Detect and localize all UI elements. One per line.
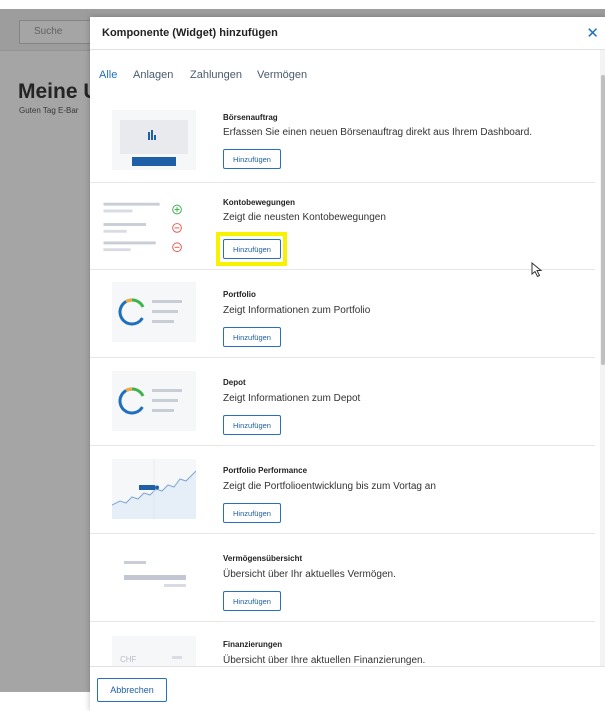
widget-name: Finanzierungen bbox=[223, 640, 283, 649]
widget-item-depot: Depot Zeigt Informationen zum Depot Hinz… bbox=[90, 358, 595, 446]
assets-overview-thumbnail-icon bbox=[112, 547, 196, 607]
cancel-button[interactable]: Abbrechen bbox=[97, 678, 167, 702]
widget-item-boersenauftrag: Börsenauftrag Erfassen Sie einen neuen B… bbox=[90, 96, 595, 183]
add-widget-button-portfolio[interactable]: Hinzufügen bbox=[223, 327, 281, 347]
category-tabs: Alle Anlagen Zahlungen Vermögen bbox=[90, 65, 595, 95]
account-movements-thumbnail-icon bbox=[101, 195, 195, 255]
add-widget-dialog: Komponente (Widget) hinzufügen ✕ Alle An… bbox=[90, 17, 605, 711]
tab-vermoegen[interactable]: Vermögen bbox=[257, 69, 307, 81]
widget-item-finanzierungen: CHF Finanzierungen Übersicht über Ihre a… bbox=[90, 622, 595, 666]
tab-anlagen[interactable]: Anlagen bbox=[133, 69, 173, 81]
close-icon[interactable]: ✕ bbox=[586, 24, 599, 42]
widget-item-vermoegensuebersicht: Vermögensübersicht Übersicht über Ihr ak… bbox=[90, 534, 595, 622]
widget-description: Zeigt Informationen zum Portfolio bbox=[223, 305, 371, 316]
widget-description: Zeigt Informationen zum Depot bbox=[223, 393, 361, 404]
dialog-scrollbar-thumb[interactable] bbox=[601, 75, 605, 365]
widget-item-portfolio: Portfolio Zeigt Informationen zum Portfo… bbox=[90, 270, 595, 358]
dialog-footer: Abbrechen bbox=[90, 666, 605, 711]
donut-chart-thumbnail-icon bbox=[112, 282, 196, 342]
add-widget-button-boersenauftrag[interactable]: Hinzufügen bbox=[223, 149, 281, 169]
widget-name: Kontobewegungen bbox=[223, 198, 295, 207]
widget-name: Depot bbox=[223, 378, 246, 387]
financing-thumb-label: CHF bbox=[120, 655, 137, 664]
widget-description: Übersicht über Ihre aktuellen Finanzieru… bbox=[223, 655, 426, 666]
performance-chart-thumbnail-icon bbox=[112, 459, 196, 519]
widget-item-portfolio-performance: Portfolio Performance Zeigt die Portfoli… bbox=[90, 446, 595, 534]
mouse-pointer-icon bbox=[531, 262, 543, 278]
widget-description: Übersicht über Ihr aktuelles Vermögen. bbox=[223, 569, 396, 580]
dialog-header: Komponente (Widget) hinzufügen ✕ bbox=[90, 17, 605, 50]
widget-list: Börsenauftrag Erfassen Sie einen neuen B… bbox=[90, 96, 595, 666]
tab-zahlungen[interactable]: Zahlungen bbox=[190, 69, 242, 81]
widget-description: Zeigt die Portfolioentwicklung bis zum V… bbox=[223, 481, 436, 492]
financing-thumbnail-icon: CHF bbox=[112, 636, 196, 666]
donut-chart-thumbnail-icon bbox=[112, 371, 196, 431]
widget-name: Portfolio bbox=[223, 290, 256, 299]
add-widget-button-kontobewegungen[interactable]: Hinzufügen bbox=[223, 239, 281, 259]
dialog-title: Komponente (Widget) hinzufügen bbox=[102, 27, 278, 39]
add-widget-button-vermoegensuebersicht[interactable]: Hinzufügen bbox=[223, 591, 281, 611]
tab-alle[interactable]: Alle bbox=[99, 69, 117, 81]
widget-name: Börsenauftrag bbox=[223, 113, 278, 122]
order-thumbnail-icon bbox=[112, 110, 196, 170]
widget-description: Zeigt die neusten Kontobewegungen bbox=[223, 212, 386, 223]
widget-name: Vermögensübersicht bbox=[223, 554, 303, 563]
add-widget-button-depot[interactable]: Hinzufügen bbox=[223, 415, 281, 435]
widget-description: Erfassen Sie einen neuen Börsenauftrag d… bbox=[223, 127, 533, 138]
widget-item-kontobewegungen: Kontobewegungen Zeigt die neusten Kontob… bbox=[90, 183, 595, 270]
widget-name: Portfolio Performance bbox=[223, 466, 308, 475]
add-widget-button-portfolio-performance[interactable]: Hinzufügen bbox=[223, 503, 281, 523]
